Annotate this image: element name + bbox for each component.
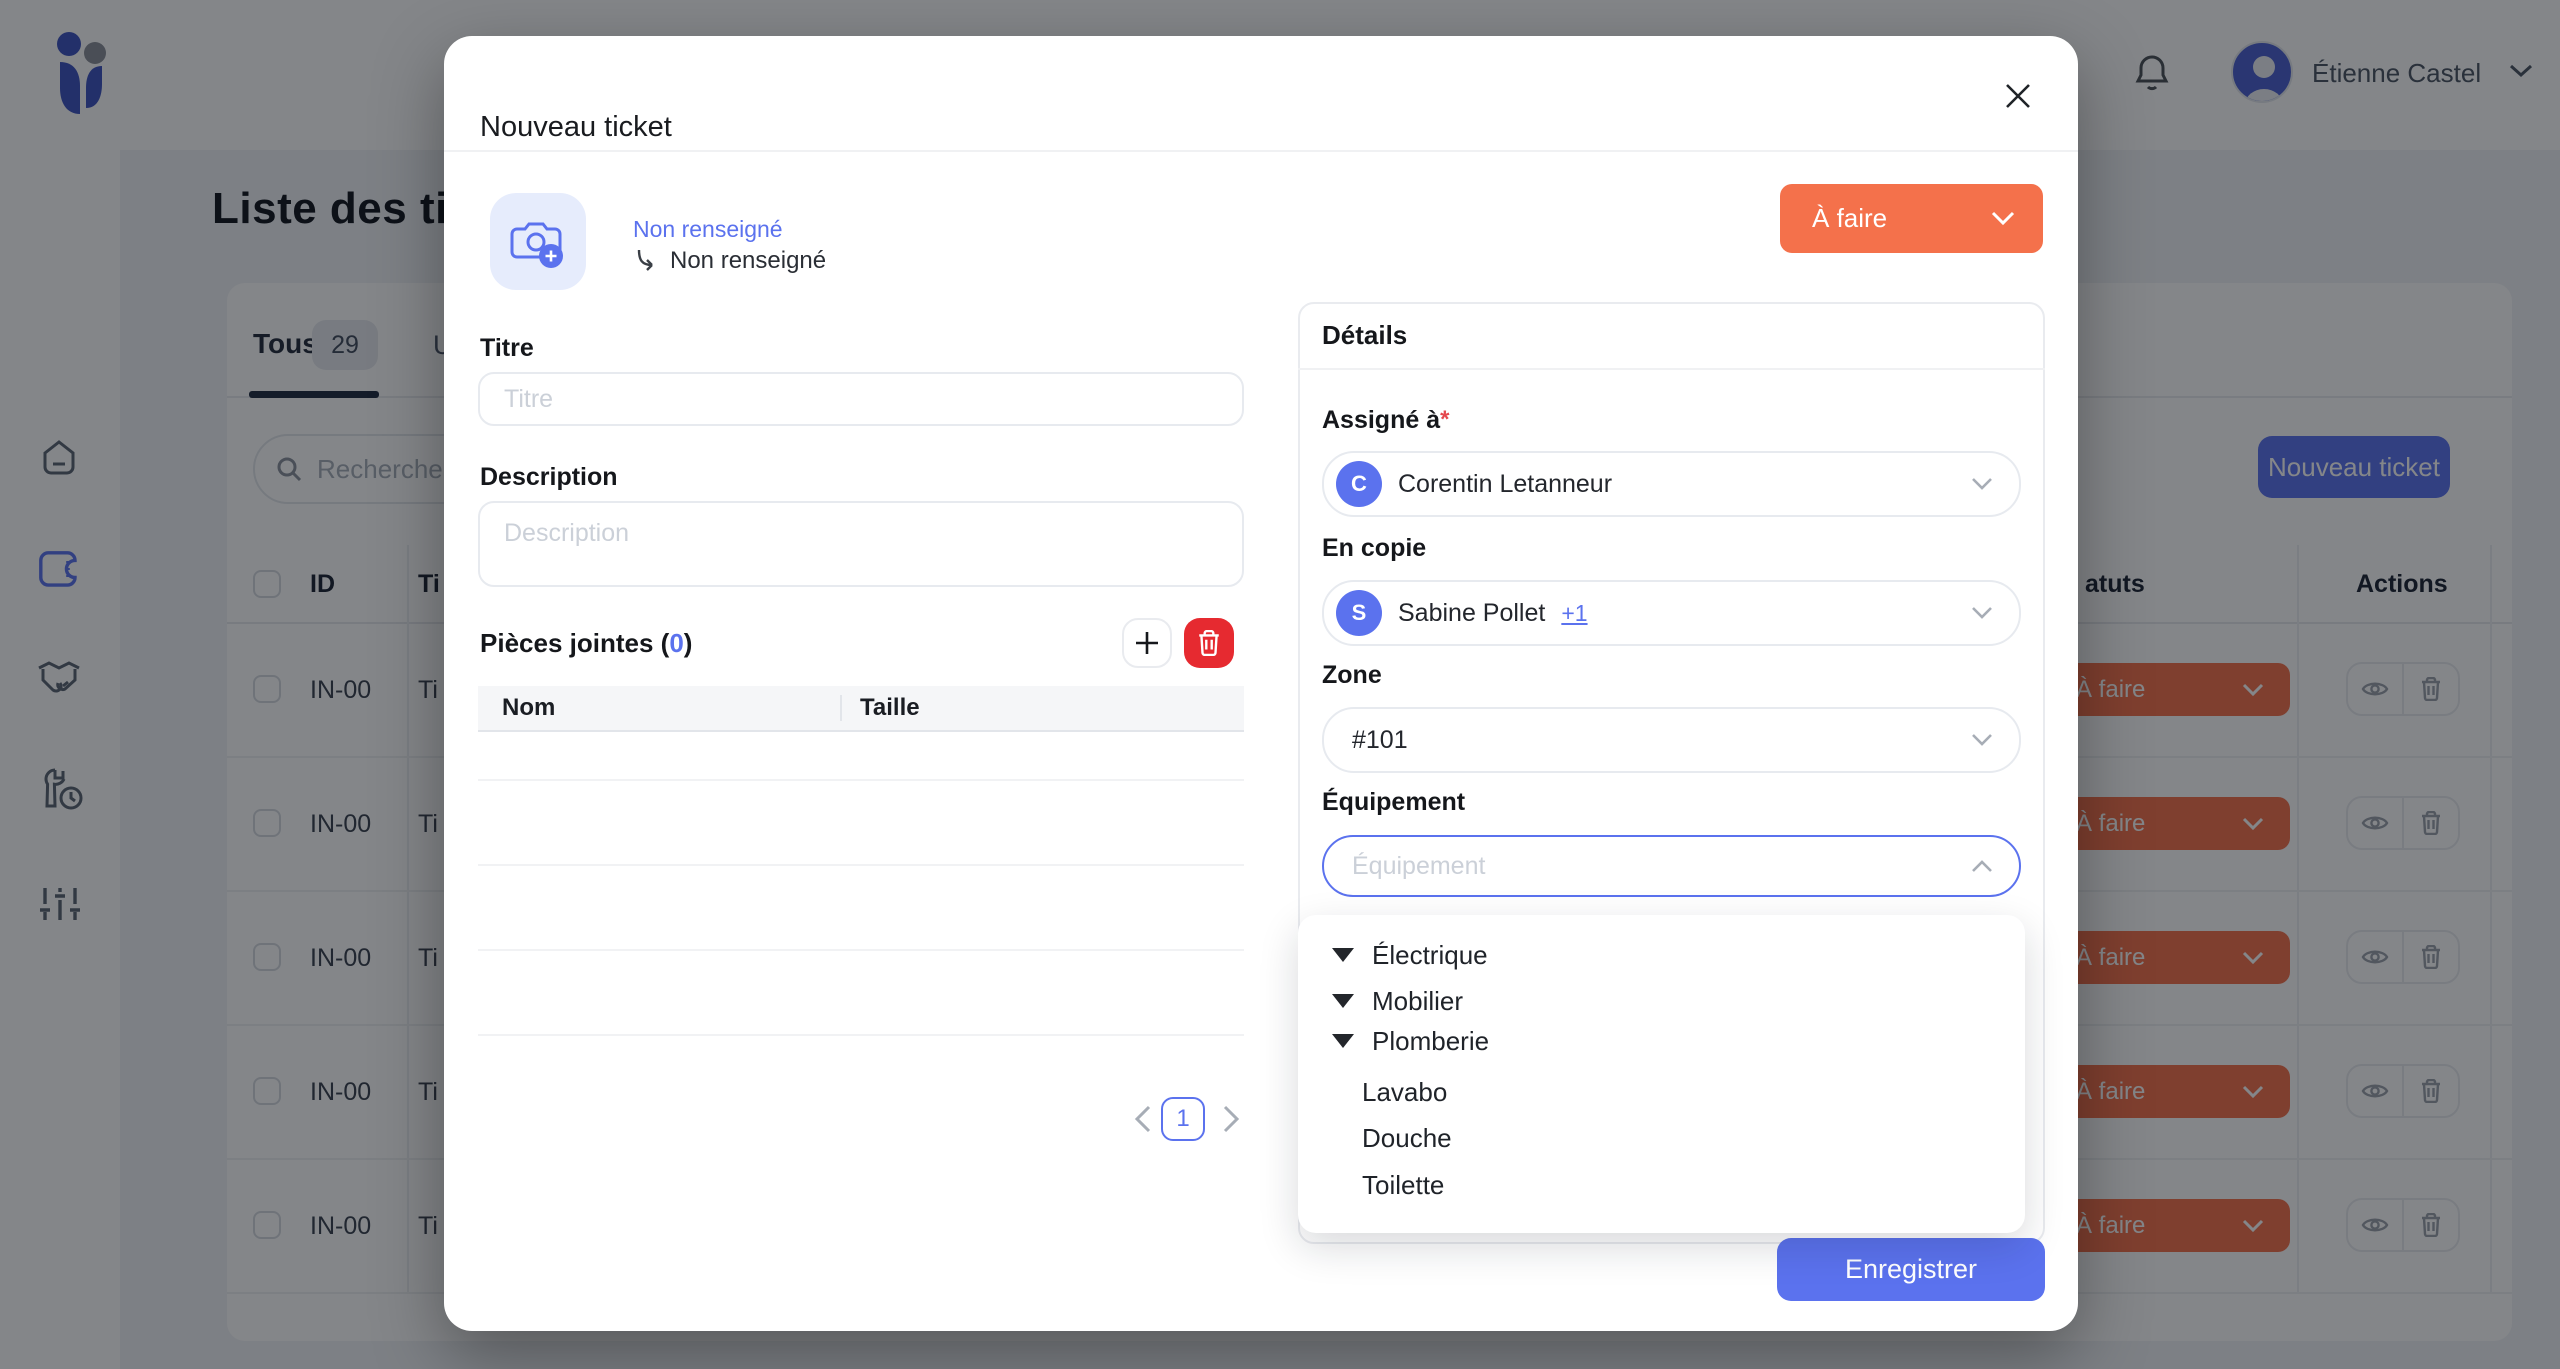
triangle-down-icon: [1332, 994, 1354, 1008]
pagination-next[interactable]: [1222, 1105, 1240, 1138]
equipment-dropdown: Électrique Mobilier Plomberie Lavabo Dou…: [1298, 915, 2025, 1233]
pagination-page-1[interactable]: 1: [1161, 1097, 1205, 1141]
chevron-right-icon: [1223, 1105, 1240, 1133]
attachments-label: Pièces jointes (: [480, 628, 670, 658]
new-ticket-modal: Nouveau ticket Non renseigné Non renseig…: [444, 36, 2078, 1331]
camera-plus-icon: [510, 222, 563, 268]
dropdown-item-toilette[interactable]: Toilette: [1362, 1167, 1444, 1203]
titre-input[interactable]: [478, 372, 1244, 426]
dropdown-item-lavabo[interactable]: Lavabo: [1362, 1074, 1447, 1110]
trash-icon: [1199, 630, 1219, 656]
plus-icon: [1136, 632, 1158, 654]
chevron-down-icon: [1972, 607, 1992, 619]
assigned-select[interactable]: C Corentin Letanneur: [1322, 451, 2021, 517]
save-button[interactable]: Enregistrer: [1777, 1238, 2045, 1301]
copy-extra-link[interactable]: +1: [1561, 600, 1587, 627]
equipment-input-wrapper: [1322, 835, 2021, 897]
attachments-count: 0: [669, 628, 684, 658]
assigned-avatar: C: [1336, 461, 1382, 507]
dropdown-item-label: Électrique: [1372, 939, 1488, 970]
transfer-icon: [633, 246, 659, 277]
zone-value: #101: [1352, 725, 1408, 754]
copy-select[interactable]: S Sabine Pollet +1: [1322, 580, 2021, 646]
photo-link[interactable]: Non renseigné: [633, 216, 783, 243]
dropdown-group-electrique[interactable]: Électrique: [1332, 937, 1488, 973]
dropdown-item-label: Mobilier: [1372, 985, 1464, 1016]
chevron-down-icon: [1972, 478, 1992, 490]
dropdown-item-douche[interactable]: Douche: [1362, 1120, 1452, 1156]
modal-header-divider: [444, 150, 2078, 152]
details-heading: Détails: [1322, 320, 1408, 350]
assigned-label-text: Assigné à: [1322, 406, 1441, 434]
photo-upload[interactable]: [490, 193, 586, 290]
delete-attachments-button[interactable]: [1184, 618, 1234, 668]
equipment-label: Équipement: [1322, 788, 1466, 816]
copy-label: En copie: [1322, 534, 1427, 562]
attachments-row-line: [478, 779, 1244, 781]
details-divider: [1298, 368, 2045, 370]
chevron-down-icon: [1991, 211, 2015, 226]
close-icon: [2006, 84, 2030, 108]
attachments-col-name: Nom: [502, 694, 556, 721]
attachments-row-line: [478, 949, 1244, 951]
assigned-value: Corentin Letanneur: [1398, 469, 1613, 498]
attachments-table-header: Nom Taille: [478, 686, 1244, 732]
chevron-left-icon: [1134, 1105, 1151, 1133]
pagination-prev[interactable]: [1134, 1105, 1152, 1138]
zone-select[interactable]: #101: [1322, 707, 2021, 773]
chevron-down-icon: [1972, 734, 1992, 746]
triangle-down-icon: [1332, 948, 1354, 962]
close-button[interactable]: [1996, 74, 2040, 118]
triangle-down-icon: [1332, 1034, 1354, 1048]
add-attachment-button[interactable]: [1122, 618, 1172, 668]
dropdown-item-label: Douche: [1362, 1122, 1452, 1153]
assigned-label: Assigné à*: [1322, 406, 1449, 435]
attachments-row-line: [478, 864, 1244, 866]
dropdown-item-label: Lavabo: [1362, 1076, 1448, 1107]
attachments-label-suffix: ): [683, 628, 693, 658]
chevron-up-icon: [1972, 860, 1992, 872]
description-label: Description: [480, 463, 618, 491]
copy-value: Sabine Pollet: [1398, 598, 1546, 627]
modal-title: Nouveau ticket: [480, 111, 672, 143]
dropdown-group-mobilier[interactable]: Mobilier: [1332, 983, 1463, 1019]
zone-label: Zone: [1322, 661, 1382, 689]
titre-label: Titre: [480, 334, 534, 362]
screen: Étienne Castel Liste des ti Tous 29 U No…: [0, 0, 2560, 1369]
dropdown-group-plomberie[interactable]: Plomberie: [1332, 1023, 1489, 1059]
equipment-input[interactable]: [1350, 850, 1971, 882]
required-marker: *: [1440, 406, 1450, 433]
status-dropdown[interactable]: À faire: [1780, 184, 2043, 253]
description-input[interactable]: [478, 501, 1244, 587]
photo-secondary: Non renseigné: [670, 247, 827, 274]
attachments-heading: Pièces jointes (0): [480, 628, 692, 659]
copy-avatar: S: [1336, 590, 1382, 636]
status-label: À faire: [1812, 203, 1888, 233]
dropdown-item-label: Toilette: [1362, 1169, 1445, 1200]
attachments-row-line: [478, 1034, 1244, 1036]
attachments-col-size: Taille: [860, 694, 920, 721]
dropdown-item-label: Plomberie: [1372, 1025, 1490, 1056]
